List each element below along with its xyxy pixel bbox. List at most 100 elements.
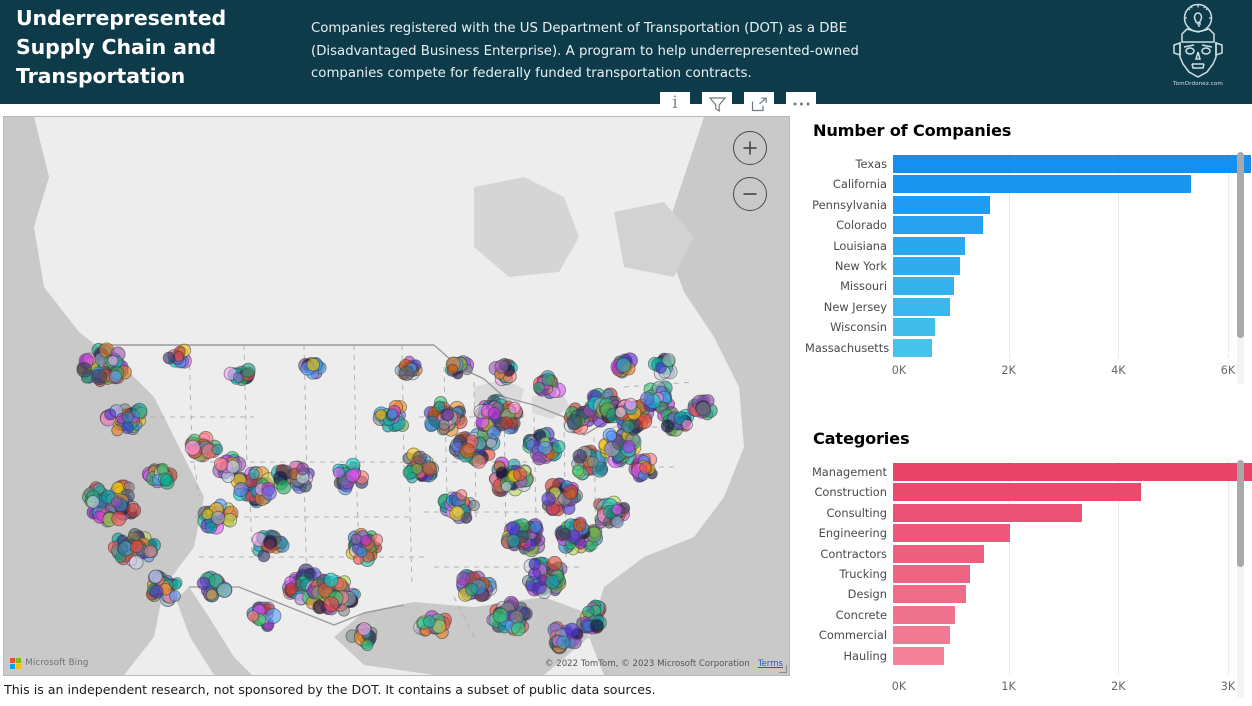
chart-scrollbar-thumb[interactable] <box>1237 152 1244 338</box>
map-bubble[interactable] <box>572 518 587 532</box>
map-bubble[interactable] <box>143 544 158 559</box>
map-bubble[interactable] <box>500 481 512 493</box>
bar-row[interactable]: Missouri <box>805 276 1252 296</box>
bar-value[interactable] <box>893 463 1252 481</box>
map-bubble[interactable] <box>284 582 298 596</box>
bar-row[interactable]: Wisconsin <box>805 317 1252 337</box>
map-bubble[interactable] <box>423 615 436 628</box>
bar-row[interactable]: Management <box>805 462 1252 482</box>
map-bubble[interactable] <box>387 408 399 420</box>
map-bubble[interactable] <box>455 489 468 501</box>
map-bubble[interactable] <box>544 574 560 590</box>
bar-row[interactable]: California <box>805 174 1252 194</box>
map-bubble[interactable] <box>572 464 585 477</box>
map-bubble[interactable] <box>107 355 119 367</box>
map-bubble[interactable] <box>350 533 362 545</box>
map-zoom-in-button[interactable] <box>733 131 767 165</box>
bar-value[interactable] <box>893 544 984 563</box>
map-bubble[interactable] <box>226 459 240 474</box>
map-bubble[interactable] <box>356 546 368 558</box>
map-bubble[interactable] <box>169 590 181 602</box>
map-bubble[interactable] <box>506 534 521 548</box>
map-bubble[interactable] <box>556 635 571 650</box>
map-bubble[interactable] <box>456 571 471 586</box>
map-bubble[interactable] <box>465 582 479 597</box>
map-bubble[interactable] <box>422 461 437 477</box>
map-bubble[interactable] <box>265 607 282 624</box>
map-bubble[interactable] <box>611 504 623 516</box>
map-bubble[interactable] <box>459 442 476 459</box>
bar-row[interactable]: Design <box>805 584 1252 604</box>
map-bubble[interactable] <box>411 462 423 475</box>
map-bubble[interactable] <box>323 572 339 588</box>
map-bubble[interactable] <box>529 521 542 534</box>
bar-value[interactable] <box>893 565 970 583</box>
bar-row[interactable]: Consulting <box>805 503 1252 523</box>
map-bubble[interactable] <box>211 443 224 456</box>
map-bubble[interactable] <box>216 582 233 598</box>
map-bubble[interactable] <box>232 372 245 384</box>
map-bubble[interactable] <box>661 353 676 367</box>
map-bubble[interactable] <box>128 527 142 542</box>
map-bubble[interactable] <box>345 468 360 483</box>
map-zoom-out-button[interactable] <box>733 177 767 211</box>
map-bubble[interactable] <box>247 609 260 622</box>
map-bubble[interactable] <box>86 495 100 509</box>
map-bubble[interactable] <box>104 408 117 421</box>
map-bubble[interactable] <box>533 381 545 394</box>
map-data-points[interactable] <box>4 117 789 675</box>
map-bubble[interactable] <box>471 454 487 469</box>
map-bubble[interactable] <box>616 357 632 373</box>
map-bubble[interactable] <box>111 510 127 527</box>
map-bubble[interactable] <box>582 605 595 619</box>
map-bubble[interactable] <box>494 359 509 374</box>
map-bubble[interactable] <box>547 555 563 571</box>
map-bubble[interactable] <box>129 539 144 554</box>
chart-scrollbar-thumb[interactable] <box>1237 460 1244 568</box>
map-bubble[interactable] <box>375 409 387 421</box>
map-bubble[interactable] <box>357 622 372 637</box>
bar-row[interactable]: Pennsylvania <box>805 195 1252 215</box>
map-bubble[interactable] <box>622 440 636 454</box>
bar-row[interactable]: Hauling <box>805 646 1252 666</box>
map-bubble[interactable] <box>508 401 521 415</box>
bar-value[interactable] <box>893 524 1011 543</box>
map-bubble[interactable] <box>91 369 108 386</box>
bar-row[interactable]: Commercial <box>805 625 1252 645</box>
map-bubble[interactable] <box>222 512 238 528</box>
bar-value[interactable] <box>893 503 1083 522</box>
map-bubble[interactable] <box>681 419 693 431</box>
map-bubble[interactable] <box>248 468 260 481</box>
map-bubble[interactable] <box>110 496 123 509</box>
bar-value[interactable] <box>893 257 960 275</box>
map-bubble[interactable] <box>213 457 229 472</box>
bar-row[interactable]: Concrete <box>805 605 1252 625</box>
chart-scrollbar[interactable] <box>1237 152 1244 384</box>
map-canvas[interactable] <box>4 117 789 675</box>
bar-value[interactable] <box>893 605 956 624</box>
map-bubble[interactable] <box>323 596 340 612</box>
more-options-icon[interactable] <box>786 92 816 116</box>
map-bubble[interactable] <box>159 473 174 487</box>
map-bubble[interactable] <box>485 437 497 449</box>
bar-value[interactable] <box>893 585 966 604</box>
map-bubble[interactable] <box>639 461 653 475</box>
bar-row[interactable]: New Jersey <box>805 297 1252 317</box>
bar-row[interactable]: Colorado <box>805 215 1252 235</box>
map-visual[interactable]: Microsoft Bing © 2022 TomTom, © 2023 Mic… <box>3 116 790 676</box>
map-bubble[interactable] <box>412 450 428 465</box>
bar-row[interactable]: Contractors <box>805 544 1252 564</box>
map-bubble[interactable] <box>511 621 526 637</box>
map-bubble[interactable] <box>605 430 617 442</box>
map-bubble[interactable] <box>660 419 675 433</box>
map-bubble[interactable] <box>559 527 572 540</box>
map-bubble[interactable] <box>361 639 374 652</box>
info-icon[interactable]: i <box>660 92 690 116</box>
map-bubble[interactable] <box>263 534 278 550</box>
map-bubble[interactable] <box>468 499 480 512</box>
map-bubble[interactable] <box>257 549 271 563</box>
map-bubble[interactable] <box>121 411 134 424</box>
map-zoom-controls[interactable] <box>733 131 767 211</box>
bar-value[interactable] <box>893 318 936 337</box>
bar-value[interactable] <box>893 216 984 235</box>
